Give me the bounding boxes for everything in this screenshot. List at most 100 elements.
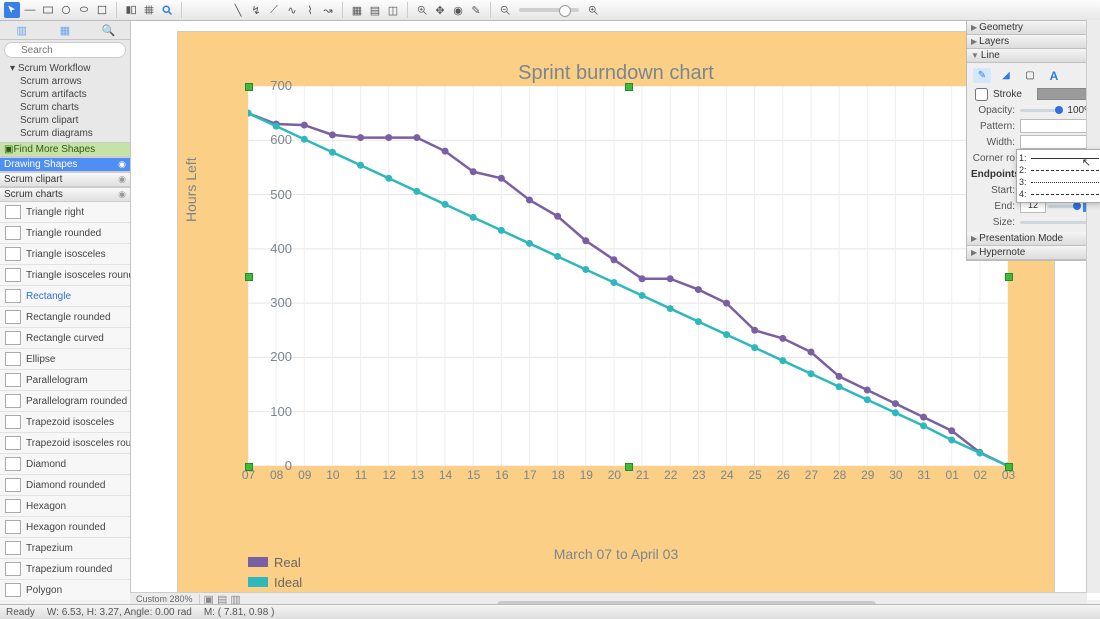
search-shapes-icon[interactable]	[159, 2, 175, 18]
opacity-slider[interactable]	[1020, 109, 1063, 112]
pattern-opt-2[interactable]: 2:	[1019, 165, 1027, 175]
shape-trapezoid-isosceles-rounded[interactable]: Trapezoid isosceles rounded	[0, 433, 130, 454]
tool-dash[interactable]: —	[22, 2, 38, 18]
tree-item[interactable]: Scrum arrows	[0, 75, 130, 88]
shape-trapezium-rounded[interactable]: Trapezium rounded	[0, 559, 130, 580]
line-tab-shadow[interactable]: ▢	[1021, 68, 1039, 83]
selection-handle[interactable]	[1005, 273, 1013, 281]
tree-item[interactable]: Scrum diagrams	[0, 127, 130, 140]
x-tick: 28	[826, 468, 853, 482]
shape-rectangle-rounded[interactable]: Rectangle rounded	[0, 307, 130, 328]
stroke-checkbox[interactable]	[975, 88, 988, 101]
pattern-field[interactable]	[1020, 119, 1093, 133]
tree-item[interactable]: Scrum clipart	[0, 114, 130, 127]
line-tool[interactable]: ╲	[230, 2, 246, 18]
shape-ellipse[interactable]: Ellipse	[0, 349, 130, 370]
zoom-slider[interactable]	[519, 8, 579, 12]
zoom-in-icon-2[interactable]	[585, 2, 601, 18]
acc-presentation[interactable]: ▶Presentation Mode	[967, 232, 1097, 246]
shape-trapezium[interactable]: Trapezium	[0, 538, 130, 559]
shape-triangle-isosceles-rounded[interactable]: Triangle isosceles rounded	[0, 265, 130, 286]
text-tool[interactable]	[58, 2, 74, 18]
size-label: Size:	[971, 217, 1018, 228]
shape-tool[interactable]	[94, 2, 110, 18]
selection-handle[interactable]	[245, 83, 253, 91]
x-tick: 27	[798, 468, 825, 482]
shape-rectangle-curved[interactable]: Rectangle curved	[0, 328, 130, 349]
legend-label-real: Real	[274, 555, 301, 570]
zoom-in-icon[interactable]	[414, 2, 430, 18]
line-tab-text[interactable]: A	[1045, 68, 1063, 83]
shape-parallelogram-rounded[interactable]: Parallelogram rounded	[0, 391, 130, 412]
shape-polygon[interactable]: Polygon	[0, 580, 130, 600]
canvas-area[interactable]: Sprint burndown chart Hours Left 0100200…	[131, 21, 1100, 600]
end-slider[interactable]	[1048, 205, 1081, 208]
acc-geometry[interactable]: ▶Geometry	[967, 21, 1097, 35]
group-scrum-charts[interactable]: Scrum charts◉	[0, 187, 130, 202]
group-drawing-shapes[interactable]: Drawing Shapes◉	[0, 157, 130, 172]
shape-hexagon-rounded[interactable]: Hexagon rounded	[0, 517, 130, 538]
group-scrum-clipart[interactable]: Scrum clipart◉	[0, 172, 130, 187]
shape-triangle-rounded[interactable]: Triangle rounded	[0, 223, 130, 244]
shape-parallelogram[interactable]: Parallelogram	[0, 370, 130, 391]
page-background[interactable]: Sprint burndown chart Hours Left 0100200…	[177, 31, 1055, 600]
library-tab-shapes[interactable]: ▥	[0, 21, 43, 39]
acc-layers[interactable]: ▶Layers	[967, 35, 1097, 49]
shape-trapezoid-isosceles[interactable]: Trapezoid isosceles	[0, 412, 130, 433]
acc-line[interactable]: ▼Line	[967, 49, 1097, 63]
tree-item[interactable]: Scrum charts	[0, 101, 130, 114]
shape-diamond[interactable]: Diamond	[0, 454, 130, 475]
connector-tool[interactable]: ↝	[320, 2, 336, 18]
selection-handle[interactable]	[625, 83, 633, 91]
shape-triangle-right[interactable]: Triangle right	[0, 202, 130, 223]
vertical-scrollbar[interactable]	[1086, 20, 1100, 593]
shape-diamond-rounded[interactable]: Diamond rounded	[0, 475, 130, 496]
spline-tool[interactable]: ∿	[284, 2, 300, 18]
pattern-opt-4[interactable]: 4:	[1019, 189, 1027, 199]
separator	[116, 2, 117, 18]
zoom-out-icon[interactable]	[497, 2, 513, 18]
group-tool[interactable]: ◫	[385, 2, 401, 18]
find-more-shapes[interactable]: ▣ Find More Shapes	[0, 142, 130, 157]
selection-handle[interactable]	[245, 273, 253, 281]
library-search-input[interactable]	[4, 42, 126, 58]
callout-tool[interactable]	[76, 2, 92, 18]
smart-connector-tool[interactable]: ↯	[248, 2, 264, 18]
size-slider[interactable]	[1020, 221, 1093, 224]
x-tick: 17	[516, 468, 543, 482]
pattern-opt-3[interactable]: 3:	[1019, 177, 1027, 187]
shape-triangle-isosceles[interactable]: Triangle isosceles	[0, 244, 130, 265]
zoom-readout[interactable]: Custom 280%	[130, 594, 200, 604]
status-mouse: M: ( 7.81, 0.98 )	[204, 607, 275, 618]
tree-item[interactable]: Scrum artifacts	[0, 88, 130, 101]
line-tab-pen[interactable]: ✎	[973, 68, 991, 83]
rect-tool[interactable]	[40, 2, 56, 18]
selection-handle[interactable]	[245, 463, 253, 471]
grid-tool[interactable]	[141, 2, 157, 18]
selection-handle[interactable]	[625, 463, 633, 471]
pattern-dropdown[interactable]: 1: 2: 3: 4: ↖	[1016, 149, 1100, 203]
shape-rectangle[interactable]: Rectangle	[0, 286, 130, 307]
library-toggle[interactable]	[123, 2, 139, 18]
shape-hexagon[interactable]: Hexagon	[0, 496, 130, 517]
hand-tool[interactable]: ✥	[432, 2, 448, 18]
width-field[interactable]	[1020, 135, 1093, 149]
library-tab-search[interactable]: 🔍	[87, 21, 130, 39]
pointer-tool[interactable]	[4, 2, 20, 18]
selection-handle[interactable]	[1005, 463, 1013, 471]
picker-tool[interactable]: ◉	[450, 2, 466, 18]
library-tab-grid[interactable]: ▦	[43, 21, 86, 39]
align-tool[interactable]: ▦	[349, 2, 365, 18]
arc-tool[interactable]: ⟋	[266, 2, 282, 18]
acc-hypernote[interactable]: ▶Hypernote	[967, 246, 1097, 260]
legend-swatch-real	[248, 557, 268, 567]
distribute-tool[interactable]: ▤	[367, 2, 383, 18]
stroke-swatch[interactable]	[1037, 88, 1093, 100]
pattern-opt-1[interactable]: 1:	[1019, 153, 1027, 163]
tree-root[interactable]: ▾ Scrum Workflow	[0, 62, 130, 75]
bezier-tool[interactable]: ⌇	[302, 2, 318, 18]
x-tick: 09	[291, 468, 318, 482]
chart-plot-area[interactable]	[248, 86, 1008, 466]
eyedropper-tool[interactable]: ✎	[468, 2, 484, 18]
line-tab-fill[interactable]: ◢	[997, 68, 1015, 83]
